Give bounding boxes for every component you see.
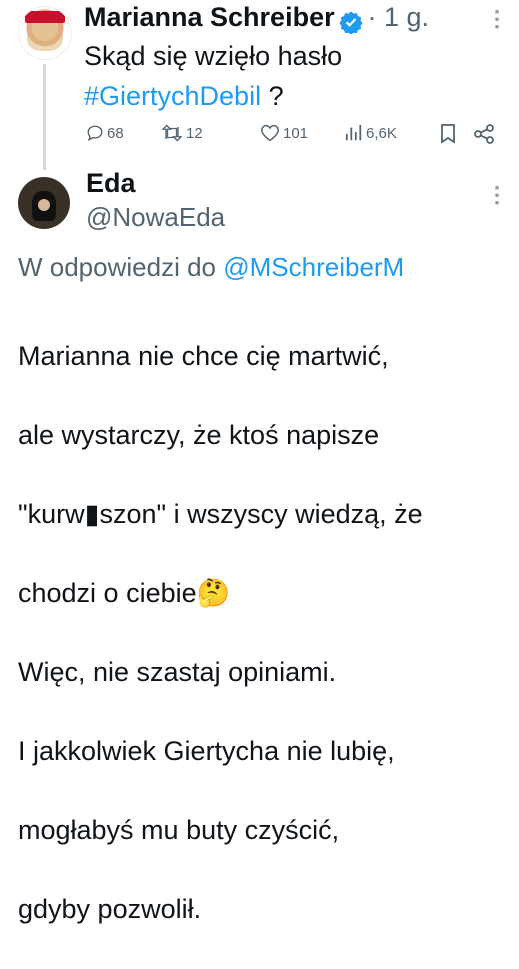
tweet1-line1: Skąd się wzięło hasło	[84, 41, 343, 71]
reply-prefix: W odpowiedzi do	[18, 252, 216, 282]
reply-icon	[86, 124, 104, 142]
tweet2-line: gdyby pozwolił.	[18, 893, 202, 924]
tweet2-line: Marianna nie chce cię martwić,	[18, 340, 389, 371]
tweet2-line: "kurw▮szon" i wszyscy wiedzą, że	[18, 498, 423, 529]
tweet2-line: ale wystarczy, że ktoś napisze	[18, 419, 380, 450]
like-icon	[260, 124, 280, 142]
tweet1-header: Marianna Schreiber · 1 g.	[84, 2, 429, 34]
tweet-time[interactable]: · 1 g.	[368, 2, 430, 32]
share-icon[interactable]	[474, 124, 494, 144]
reply-handle-link[interactable]: @MSchreiberM	[223, 252, 404, 282]
more-icon[interactable]: ⋮	[486, 6, 508, 32]
verified-icon	[339, 10, 363, 34]
avatar-eda[interactable]	[18, 177, 70, 229]
views-button[interactable]: 6,6K	[345, 124, 397, 142]
reply-button[interactable]: 68	[86, 124, 124, 142]
views-icon	[345, 124, 363, 142]
tweet2-text: Marianna nie chce cię martwić, ale wysta…	[18, 297, 423, 969]
tweet2-line: I jakkolwiek Giertycha nie lubię,	[18, 735, 395, 766]
tweet1-text: Skąd się wzięło hasło #GiertychDebil ?	[84, 36, 342, 116]
thread-connector-line	[43, 64, 46, 170]
more-icon[interactable]: ⋮	[486, 182, 508, 208]
hashtag-link[interactable]: #GiertychDebil	[84, 81, 261, 111]
like-count: 101	[283, 124, 309, 142]
tweet2-line: Więc, nie szastaj opiniami.	[18, 656, 337, 687]
avatar-marianna[interactable]	[18, 6, 72, 60]
like-button[interactable]: 101	[260, 124, 308, 142]
retweet-icon	[161, 124, 183, 142]
retweet-count: 12	[186, 124, 203, 142]
author-handle[interactable]: @NowaEda	[86, 202, 225, 233]
tweet2-line: chodzi o ciebie🤔	[18, 577, 231, 608]
reply-count: 68	[107, 124, 124, 142]
tweet2-line: mogłabyś mu buty czyścić,	[18, 814, 340, 845]
tweet1-after-hashtag: ?	[268, 81, 284, 111]
author-name[interactable]: Marianna Schreiber	[84, 2, 335, 32]
reply-context: W odpowiedzi do @MSchreiberM	[18, 252, 404, 283]
author-name[interactable]: Eda	[86, 168, 136, 199]
bookmark-icon[interactable]	[440, 124, 456, 144]
retweet-button[interactable]: 12	[161, 124, 203, 142]
views-count: 6,6K	[366, 124, 397, 142]
